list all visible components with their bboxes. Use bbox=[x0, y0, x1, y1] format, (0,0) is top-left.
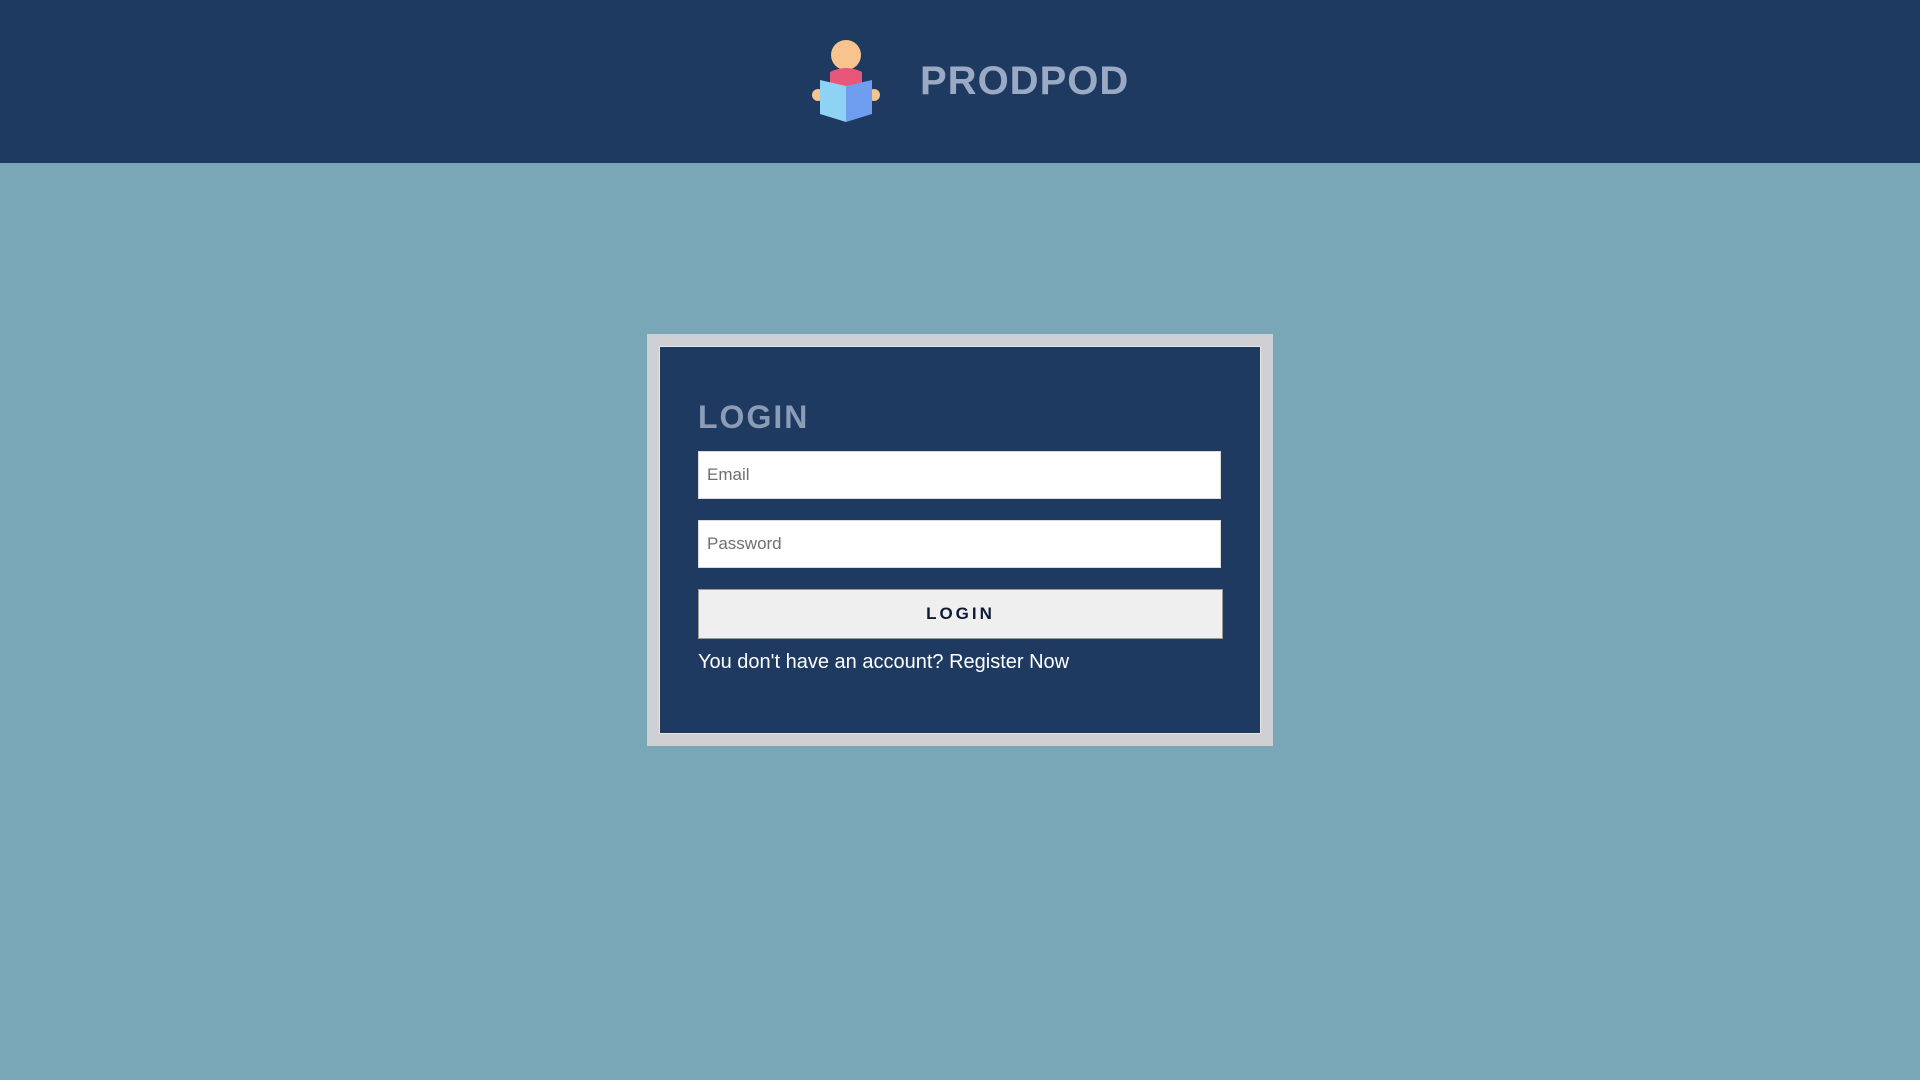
register-prompt-line: You don't have an account? Register Now bbox=[698, 651, 1069, 674]
register-now-link[interactable]: Register Now bbox=[949, 651, 1069, 673]
email-field[interactable] bbox=[698, 451, 1221, 499]
reader-with-book-icon bbox=[812, 40, 880, 122]
register-prompt: You don't have an account? bbox=[698, 651, 944, 673]
top-header: PRODPOD bbox=[0, 0, 1920, 163]
login-button[interactable]: LOGIN bbox=[698, 589, 1223, 639]
login-card: LOGIN LOGIN You don't have an account? R… bbox=[659, 346, 1261, 734]
login-frame: LOGIN LOGIN You don't have an account? R… bbox=[647, 334, 1273, 746]
login-title: LOGIN bbox=[698, 399, 810, 435]
brand-name: PRODPOD bbox=[920, 58, 1130, 103]
password-field[interactable] bbox=[698, 520, 1221, 568]
brand[interactable]: PRODPOD bbox=[810, 38, 1129, 124]
